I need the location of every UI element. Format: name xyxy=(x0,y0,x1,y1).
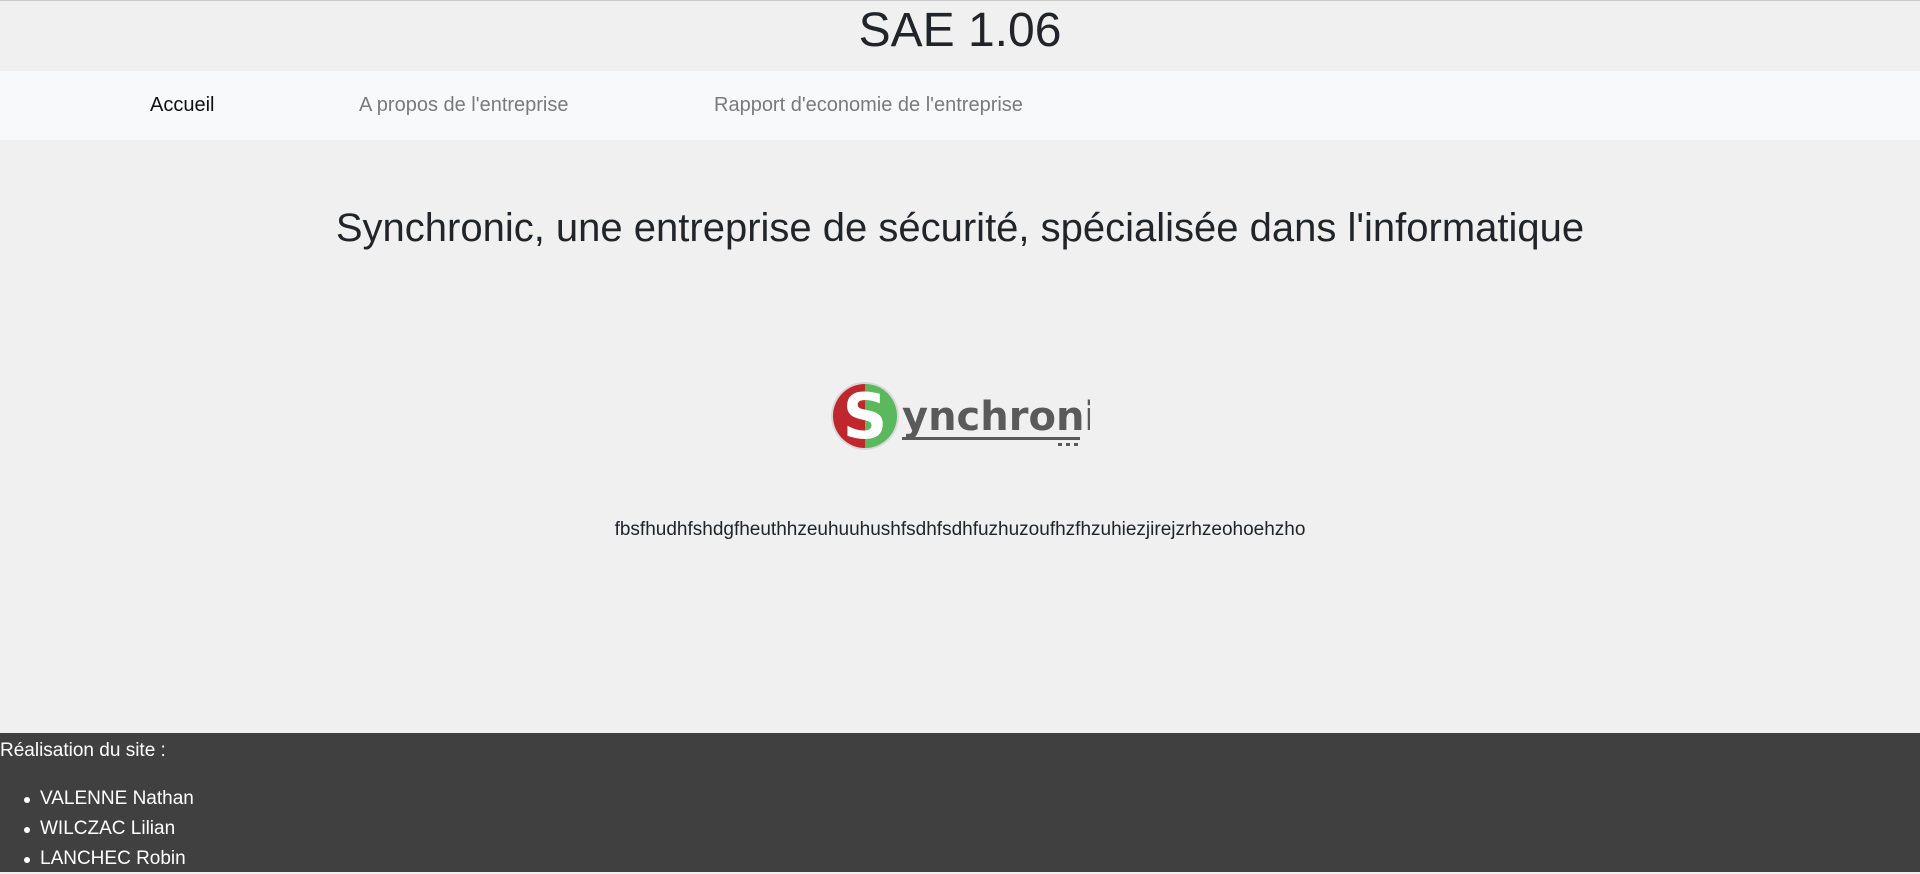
nav-link-a-propos[interactable]: A propos de l'entreprise xyxy=(359,71,569,140)
description-text: fbsfhudhfshdgfheuthhzeuhuuhushfsdhfsdhfu… xyxy=(614,519,1306,540)
synchronic-logo: S ynchronic xyxy=(831,380,1090,453)
navbar: Accueil A propos de l'entreprise Rapport… xyxy=(0,71,1920,140)
footer: Réalisation du site : VALENNE Nathan WIL… xyxy=(0,733,1920,872)
logo-wordmark: ynchronic xyxy=(902,394,1090,440)
nav-link-accueil[interactable]: Accueil xyxy=(150,71,214,140)
author-item: VALENNE Nathan xyxy=(24,784,194,814)
page-headline: Synchronic, une entreprise de sécurité, … xyxy=(335,206,1585,250)
site-title: SAE 1.06 xyxy=(858,4,1062,57)
authors-list: VALENNE Nathan WILCZAC Lilian LANCHEC Ro… xyxy=(24,784,194,874)
footer-heading: Réalisation du site : xyxy=(0,740,166,761)
nav-link-rapport[interactable]: Rapport d'economie de l'entreprise xyxy=(714,71,1023,140)
author-item: WILCZAC Lilian xyxy=(24,814,194,844)
author-item: LANCHEC Robin xyxy=(24,844,194,874)
logo-letter: S xyxy=(843,380,888,453)
